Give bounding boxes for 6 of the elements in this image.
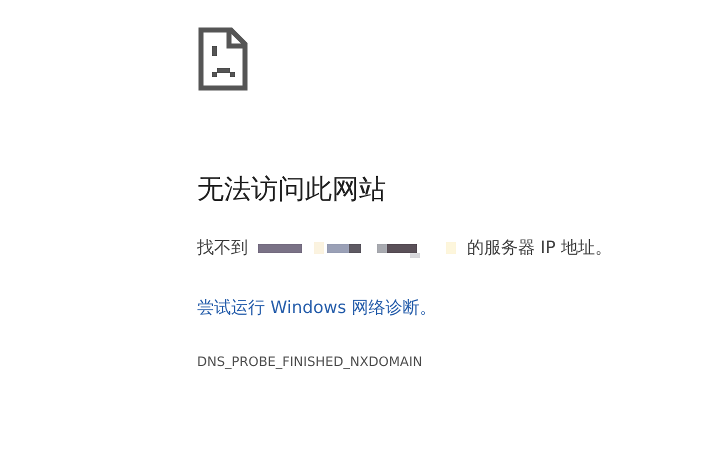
error-code: DNS_PROBE_FINISHED_NXDOMAIN (197, 354, 422, 372)
diagnostics-link[interactable]: 尝试运行 Windows 网络诊断。 (197, 296, 437, 320)
message-text: 找不到 (197, 237, 248, 260)
broken-page-icon (197, 26, 249, 92)
error-title: 无法访问此网站 (197, 173, 386, 207)
message-text: 的服务器 IP 地址。 (467, 237, 612, 260)
